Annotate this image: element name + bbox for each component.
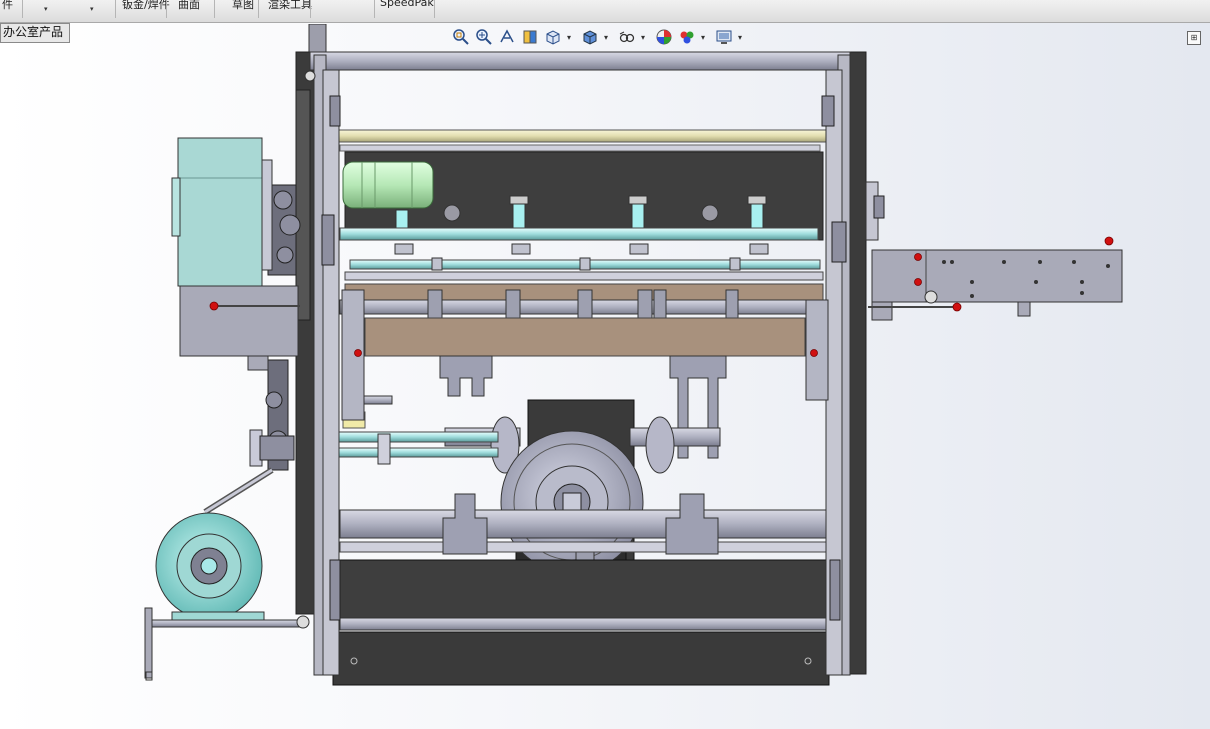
top-crossbeam bbox=[309, 51, 851, 71]
ribbon-tab-sketch[interactable]: 草图 bbox=[232, 0, 254, 14]
ribbon-tab-render-tools[interactable]: 渲染工具 bbox=[268, 0, 312, 14]
command-ribbon: 件 ▾ ▾ 钣金/焊件 曲面 草图 渲染工具 SpeedPak bbox=[0, 0, 1210, 23]
ribbon-tab-sheetmetal[interactable]: 钣金/焊件 bbox=[122, 0, 170, 14]
ribbon-dropdown-caret[interactable]: ▾ bbox=[90, 5, 94, 13]
ribbon-separator bbox=[374, 0, 375, 18]
ribbon-separator bbox=[22, 0, 23, 18]
right-side-bracket bbox=[871, 249, 1123, 303]
drive-motor-green bbox=[342, 161, 434, 209]
right-outer-frame bbox=[847, 51, 867, 675]
ribbon-separator bbox=[434, 0, 435, 18]
ribbon-tab-parts[interactable]: 件 bbox=[2, 0, 13, 14]
ribbon-separator bbox=[166, 0, 167, 18]
ribbon-tab-speedpak[interactable]: SpeedPak bbox=[380, 0, 434, 14]
brown-plate bbox=[364, 317, 806, 357]
ribbon-separator bbox=[214, 0, 215, 18]
ribbon-separator bbox=[115, 0, 116, 18]
ribbon-separator bbox=[310, 0, 311, 18]
cad-viewport[interactable] bbox=[0, 24, 1210, 729]
left-bracket bbox=[179, 285, 299, 357]
lower-base-panel bbox=[334, 559, 830, 621]
ribbon-dropdown-caret[interactable]: ▾ bbox=[44, 5, 48, 13]
ribbon-tab-surfaces[interactable]: 曲面 bbox=[178, 0, 200, 14]
teal-gearbox bbox=[177, 137, 263, 287]
yellow-roller bbox=[327, 129, 829, 143]
ribbon-separator bbox=[258, 0, 259, 18]
